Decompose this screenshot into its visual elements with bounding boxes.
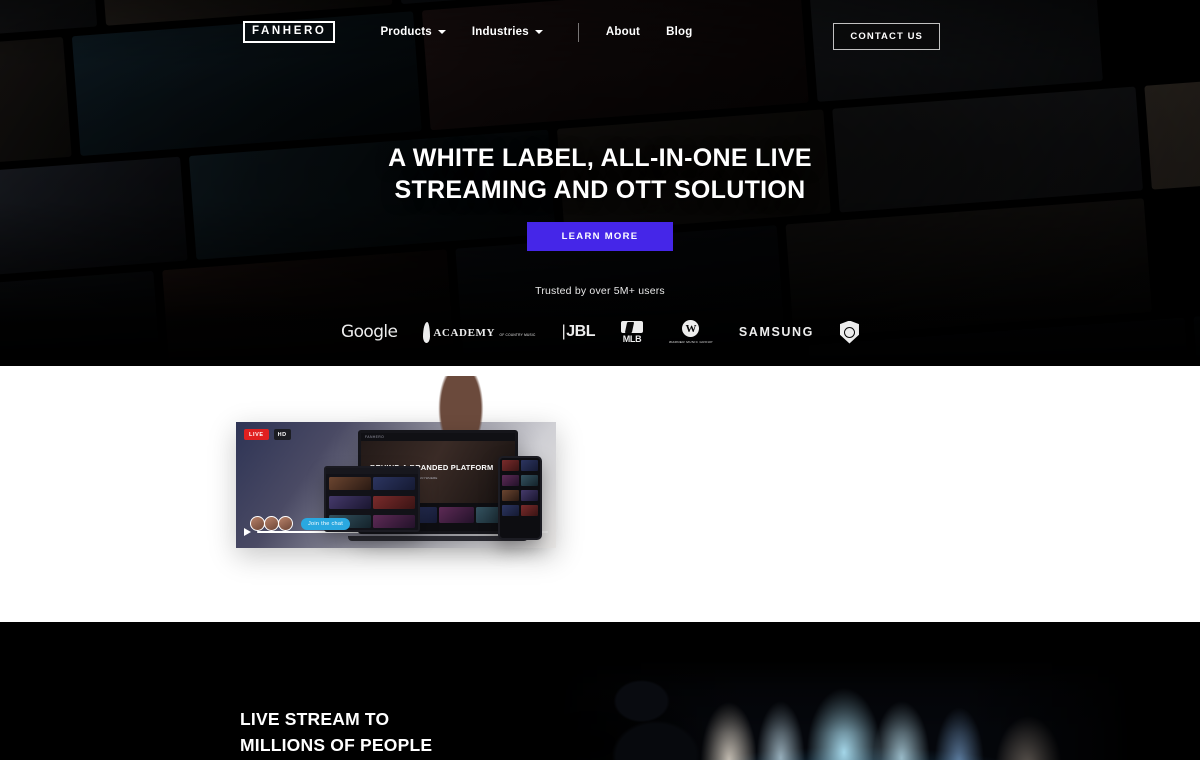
thumbnail [502,505,520,516]
nav-item-products[interactable]: Products [367,20,458,44]
phone-row [500,488,540,503]
nav-item-blog[interactable]: Blog [653,20,705,44]
stream-section-heading: LIVE STREAM TO MILLIONS OF PEOPLE [240,706,432,759]
thumbnail [520,505,538,516]
viewer-avatars: Join the chat [250,516,351,531]
contact-us-button[interactable]: CONTACT US [833,23,940,50]
tablet-row [326,493,418,512]
samsung-logo: SAMSUNG [738,325,814,339]
thumbnail [502,490,520,501]
academy-logo: ACADEMY OF COUNTRY MUSIC [423,319,535,345]
warner-w-icon: W [682,320,700,338]
nav-links: Products Industries About Blog [367,20,705,44]
avatar [264,516,279,531]
crowd-silhouette [596,678,716,760]
mlb-batter-icon [621,320,643,333]
stream-heading-line2: MILLIONS OF PEOPLE [240,735,433,756]
tablet-row [326,474,418,493]
nav-divider [577,22,579,42]
landing-page: FANHERO Products Industries About Blog C… [0,0,1200,760]
phone-mockup [498,456,542,540]
video-experience-section: LIVE HD FANHERO BEHIND A BRANDED PLATFOR… [0,366,1200,622]
trust-bar: Trusted by over 5M+ users Google ACADEMY… [0,285,1200,345]
thumbnail [373,496,415,509]
nav-item-industries-label: Industries [471,26,529,38]
hero-headline-line1: A WHITE LABEL, ALL-IN-ONE LIVE [388,144,812,172]
flame-icon [423,321,431,343]
nav-item-products-label: Products [380,26,432,38]
chevron-down-icon [437,30,446,34]
thumbnail [373,477,415,490]
stream-section-copy: LIVE STREAM TO MILLIONS OF PEOPLE [240,706,432,759]
thumbnail [329,477,371,490]
mlb-logo: MLB [621,319,643,345]
live-badge: LIVE [244,429,269,440]
phone-row [500,503,540,518]
avatar [250,516,265,531]
avatar [278,516,293,531]
shield-emblem-logo [839,319,859,345]
thumbnail [439,507,474,523]
device-mockup: LIVE HD FANHERO BEHIND A BRANDED PLATFOR… [236,376,616,579]
shield-icon [839,320,859,344]
laptop-topbar: FANHERO [361,433,515,441]
partner-logos: Google ACADEMY OF COUNTRY MUSIC JBL MLB … [0,319,1200,345]
phone-row [500,473,540,488]
hd-badge: HD [273,429,291,440]
hero-headline-line2: STREAMING AND OTT SOLUTION [394,175,806,204]
main-navigation: FANHERO Products Industries About Blog C… [0,0,1200,64]
google-logo: Google [341,322,398,342]
phone-row [500,458,540,473]
hero-headline: A WHITE LABEL, ALL-IN-ONE LIVE STREAMING… [0,143,1200,206]
academy-logo-text: ACADEMY OF COUNTRY MUSIC [433,327,536,339]
warner-music-group-logo: W WARNER MUSIC GROUP [669,319,713,345]
thumbnail [502,460,520,471]
jbl-logo: JBL [562,319,595,345]
nav-item-about[interactable]: About [593,20,653,44]
trust-text: Trusted by over 5M+ users [535,285,665,297]
live-stream-section [0,622,1200,760]
thumbnail [520,490,538,501]
hero-section: FANHERO Products Industries About Blog C… [0,0,1200,366]
brand-logo[interactable]: FANHERO [243,20,336,44]
thumbnail [502,475,520,486]
player-badges: LIVE HD [244,429,291,440]
hero-copy: A WHITE LABEL, ALL-IN-ONE LIVE STREAMING… [0,143,1200,251]
thumbnail [373,515,415,528]
thumbnail [520,475,538,486]
chevron-down-icon [534,30,543,34]
thumbnail [329,496,371,509]
thumbnail [520,460,538,471]
nav-item-industries[interactable]: Industries [459,20,556,44]
learn-more-button[interactable]: LEARN MORE [527,222,673,251]
stream-heading-line1: LIVE STREAM TO [240,709,390,729]
join-chat-pill[interactable]: Join the chat [301,517,351,530]
